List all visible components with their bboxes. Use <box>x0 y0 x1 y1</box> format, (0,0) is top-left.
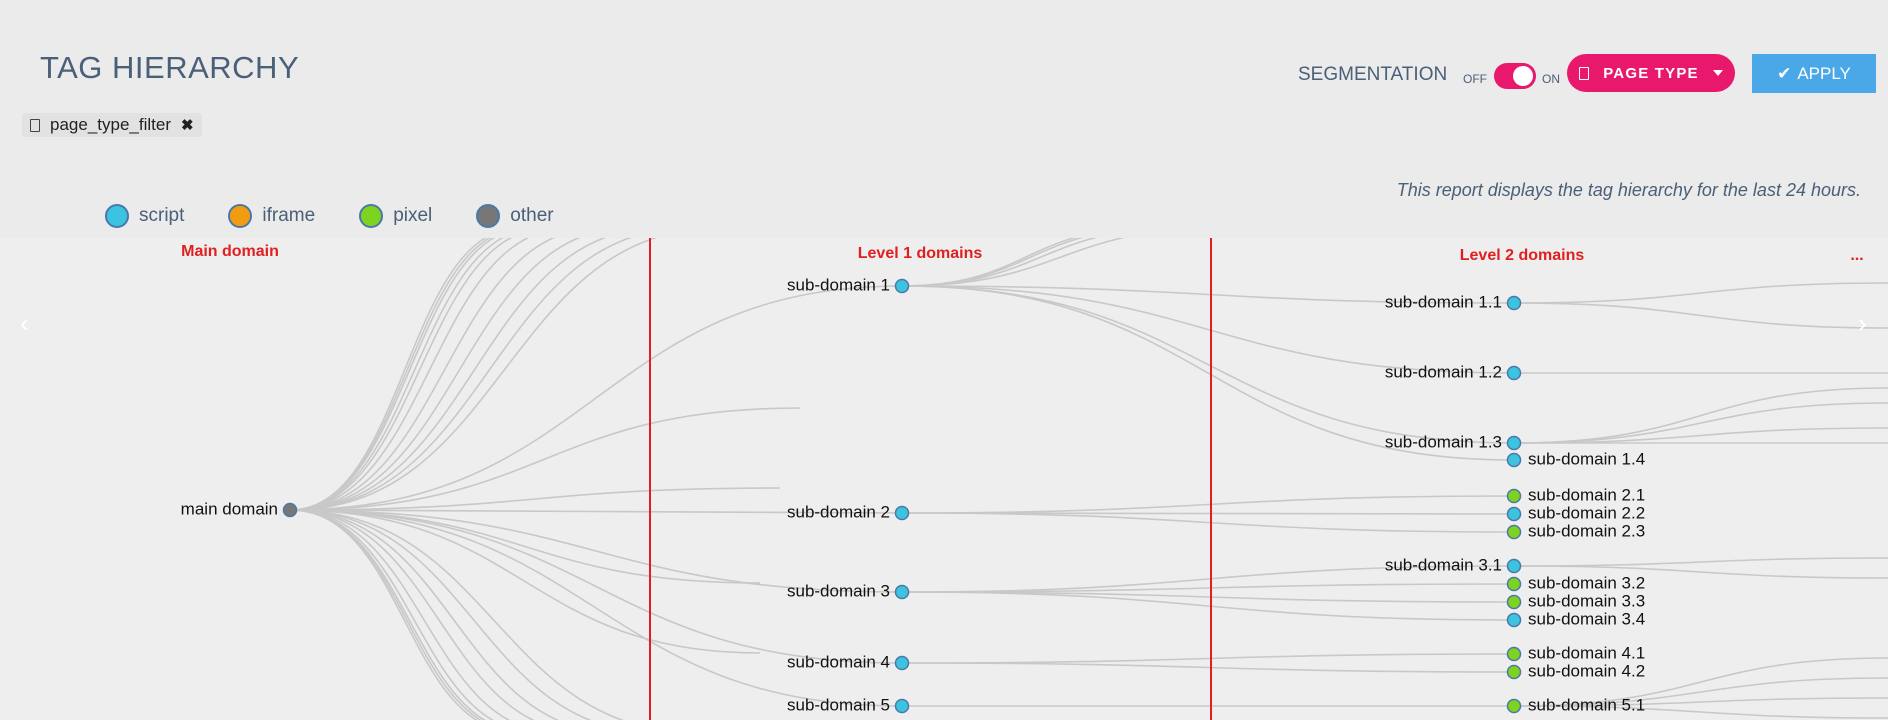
tree-link <box>901 662 1515 673</box>
segmentation-label: SEGMENTATION <box>1298 64 1448 85</box>
tree-link <box>289 238 658 511</box>
level2-domain-label: sub-domain 4.1 <box>1528 643 1645 662</box>
level2-domain-label: sub-domain 1.4 <box>1528 449 1645 468</box>
tree-canvas: Main domain Level 1 domains Level 2 domain… <box>181 238 1888 720</box>
toggle-off-label: OFF <box>1463 72 1487 86</box>
level2-domain-label: sub-domain 2.1 <box>1528 485 1645 504</box>
page-type-label: PAGE TYPE <box>1603 64 1699 82</box>
legend: script iframe pixel other <box>105 204 598 228</box>
level2-domain-node[interactable] <box>1506 698 1522 714</box>
page-title: TAG HIERARCHY <box>40 50 300 85</box>
level1-domain-label: sub-domain 4 <box>787 652 890 671</box>
level2-domain-node[interactable] <box>1506 594 1522 610</box>
check-icon: ✔ <box>1777 63 1792 83</box>
level2-domain-label: sub-domain 4.2 <box>1528 661 1645 680</box>
page-type-dropdown-button[interactable]: PAGE TYPE <box>1567 54 1735 92</box>
tree-link <box>1513 402 1888 444</box>
document-icon <box>1579 66 1590 80</box>
legend-label: other <box>510 205 554 226</box>
level2-domain-node[interactable] <box>1506 435 1522 451</box>
tree-link <box>289 285 903 511</box>
toggle-on-label: ON <box>1542 72 1560 86</box>
level2-domain-node[interactable] <box>1506 558 1522 574</box>
level1-domain-node[interactable] <box>894 584 910 600</box>
level2-domain-node[interactable] <box>1506 488 1522 504</box>
level2-domain-node[interactable] <box>1506 576 1522 592</box>
level2-domain-node[interactable] <box>1506 664 1522 680</box>
iframe-legend-dot <box>228 204 253 228</box>
report-description: This report displays the tag hierarchy f… <box>1396 180 1861 200</box>
column-header-more: ... <box>1850 247 1863 264</box>
level1-domain-node[interactable] <box>894 698 910 714</box>
level1-domain-node[interactable] <box>894 505 910 521</box>
scroll-left-arrow-icon[interactable]: ‹ <box>20 308 29 339</box>
filter-chip[interactable]: page_type_filter ✖ <box>22 113 202 137</box>
other-legend-dot <box>476 204 501 228</box>
tree-link <box>901 495 1515 514</box>
level2-domain-node[interactable] <box>1506 646 1522 662</box>
level1-domain-label: sub-domain 2 <box>787 502 890 521</box>
toggle-knob <box>1513 66 1533 86</box>
tree-link <box>289 238 531 511</box>
tag-hierarchy-tree: Main domain Level 1 domains Level 2 domain… <box>0 238 1888 720</box>
column-header-level1: Level 1 domains <box>858 245 983 262</box>
level2-domain-label: sub-domain 2.2 <box>1528 503 1645 522</box>
apply-button[interactable]: ✔ APPLY <box>1752 54 1876 93</box>
legend-label: script <box>139 205 185 226</box>
script-legend-dot <box>105 204 129 228</box>
tree-link <box>289 509 560 720</box>
legend-label: pixel <box>393 205 433 226</box>
remove-filter-icon[interactable]: ✖ <box>181 116 194 134</box>
tree-link <box>289 238 556 511</box>
legend-item-iframe[interactable]: iframe <box>228 204 315 228</box>
tree-link <box>901 512 1515 533</box>
level2-domain-label: sub-domain 3.4 <box>1528 609 1645 628</box>
level2-domain-node[interactable] <box>1506 506 1522 522</box>
tree-link <box>289 509 495 720</box>
level1-domain-node[interactable] <box>894 278 910 294</box>
legend-label: iframe <box>262 205 316 226</box>
level2-domain-node[interactable] <box>1506 524 1522 540</box>
level2-domain-node[interactable] <box>1506 452 1522 468</box>
tree-link <box>1513 282 1888 304</box>
tree-link <box>289 509 511 720</box>
legend-item-other[interactable]: other <box>476 204 554 228</box>
level2-domain-label: sub-domain 1.1 <box>1385 292 1502 311</box>
apply-label: APPLY <box>1797 63 1851 83</box>
scroll-right-arrow-icon[interactable]: › <box>1858 308 1867 339</box>
tree-link <box>289 509 535 720</box>
level1-domain-label: sub-domain 3 <box>787 581 890 600</box>
main-domain-label: main domain <box>181 499 278 518</box>
tree-link <box>289 238 582 511</box>
level1-domain-node[interactable] <box>894 655 910 671</box>
level2-domain-label: sub-domain 3.1 <box>1385 555 1502 574</box>
level2-domain-label: sub-domain 1.3 <box>1385 432 1502 451</box>
level2-domain-node[interactable] <box>1506 612 1522 628</box>
tree-link <box>1513 557 1888 567</box>
document-icon <box>30 118 40 132</box>
level2-domain-label: sub-domain 3.2 <box>1528 573 1645 592</box>
tree-link <box>901 653 1515 664</box>
legend-item-script[interactable]: script <box>105 204 184 228</box>
level2-domain-label: sub-domain 2.3 <box>1528 521 1645 540</box>
caret-down-icon <box>1712 70 1723 76</box>
column-header-main: Main domain <box>181 243 279 260</box>
column-header-level2: Level 2 domains <box>1460 247 1585 264</box>
tree-link <box>289 238 513 511</box>
level2-domain-label: sub-domain 1.2 <box>1385 362 1502 381</box>
tree-link <box>289 238 496 511</box>
filter-chip-label: page_type_filter <box>50 115 171 134</box>
legend-item-pixel[interactable]: pixel <box>359 204 432 228</box>
segmentation-toggle[interactable] <box>1494 63 1536 89</box>
level2-domain-node[interactable] <box>1506 365 1522 381</box>
tree-link <box>289 238 607 511</box>
level2-domain-node[interactable] <box>1506 295 1522 311</box>
level1-domain-label: sub-domain 1 <box>787 275 890 294</box>
tree-link <box>1513 302 1888 329</box>
level2-domain-label: sub-domain 5.1 <box>1528 695 1645 714</box>
level2-domain-label: sub-domain 3.3 <box>1528 591 1645 610</box>
level1-domain-label: sub-domain 5 <box>787 695 890 714</box>
pixel-legend-dot <box>359 204 384 228</box>
main-domain-node[interactable] <box>282 502 298 518</box>
